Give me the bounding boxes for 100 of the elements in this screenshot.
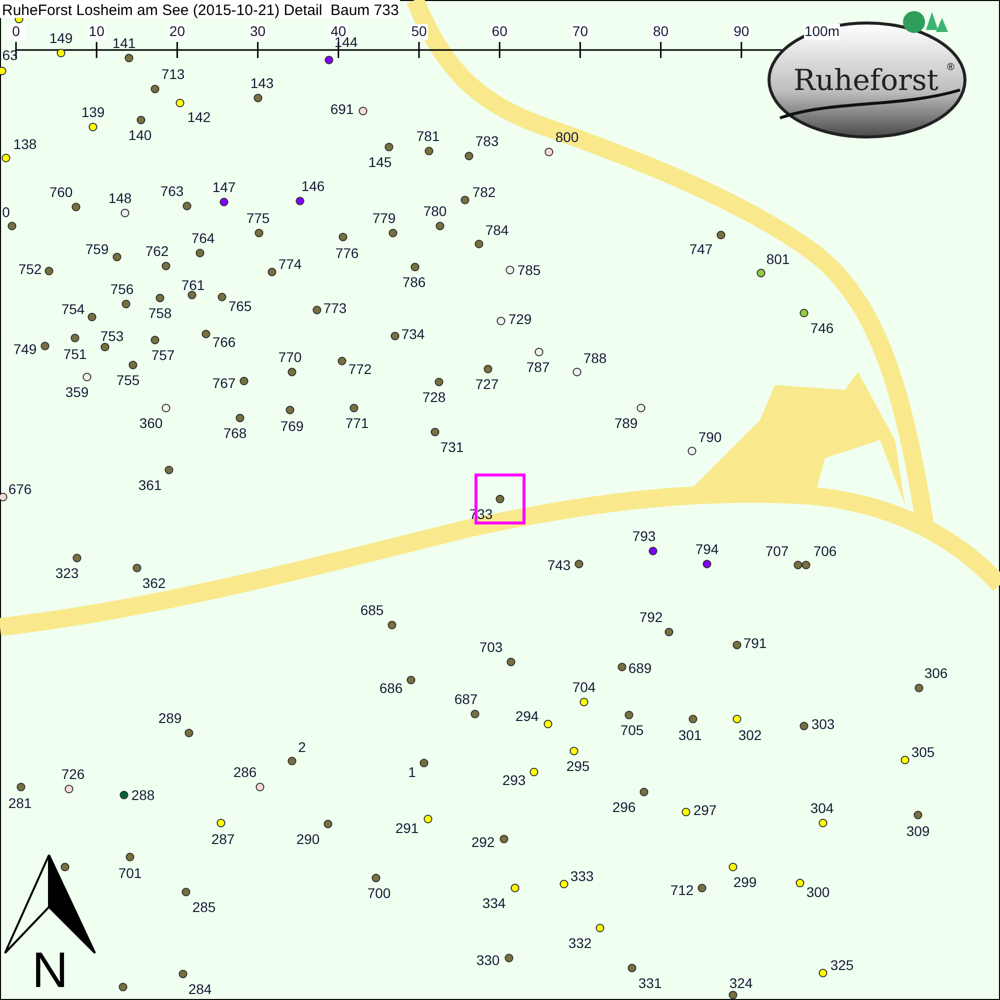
tree-marker[interactable] (236, 414, 244, 422)
tree-marker[interactable] (506, 658, 516, 666)
tree-marker[interactable] (648, 546, 658, 556)
tree-marker[interactable] (436, 222, 444, 230)
tree-marker[interactable] (56, 48, 66, 58)
tree-marker[interactable] (732, 640, 742, 650)
tree-marker[interactable] (460, 196, 470, 204)
tree-marker[interactable] (410, 262, 420, 272)
tree-marker[interactable] (118, 982, 128, 992)
tree-marker[interactable] (664, 628, 674, 636)
tree-marker[interactable] (64, 784, 74, 794)
tree-marker[interactable] (424, 814, 432, 824)
tree-marker[interactable] (128, 360, 138, 370)
tree-marker[interactable] (800, 722, 808, 730)
tree-marker[interactable] (120, 208, 130, 218)
tree-marker[interactable] (70, 334, 80, 342)
tree-marker[interactable] (202, 330, 210, 338)
tree-marker[interactable] (698, 884, 706, 892)
tree-marker[interactable] (162, 262, 170, 270)
tree-marker[interactable] (182, 888, 190, 896)
tree-marker[interactable] (900, 756, 910, 764)
tree-marker[interactable] (802, 560, 810, 570)
tree-marker[interactable] (496, 494, 504, 504)
tree-marker[interactable] (40, 342, 50, 350)
tree-marker[interactable] (484, 364, 492, 374)
tree-marker[interactable] (124, 54, 134, 62)
tree-marker[interactable] (384, 142, 394, 152)
tree-marker[interactable] (188, 290, 196, 300)
tree-marker[interactable] (178, 970, 188, 978)
tree-marker[interactable] (732, 714, 742, 724)
tree-marker[interactable] (164, 466, 174, 474)
tree-marker[interactable] (176, 98, 184, 108)
tree-marker[interactable] (406, 676, 416, 684)
tree-marker[interactable] (372, 874, 380, 882)
tree-marker[interactable] (796, 878, 804, 888)
tree-marker[interactable] (818, 968, 828, 978)
tree-marker[interactable] (324, 56, 334, 64)
tree-marker[interactable] (716, 230, 726, 240)
tree-marker[interactable] (496, 316, 506, 326)
tree-marker[interactable] (8, 222, 16, 230)
tree-marker[interactable] (16, 782, 26, 792)
tree-marker[interactable] (120, 790, 128, 800)
tree-marker[interactable] (324, 820, 332, 828)
tree-marker[interactable] (580, 698, 588, 706)
tree-marker[interactable] (350, 404, 358, 412)
tree-marker[interactable] (88, 122, 98, 132)
tree-marker[interactable] (60, 862, 70, 872)
tree-marker[interactable] (88, 312, 96, 322)
tree-marker[interactable] (240, 376, 248, 386)
tree-marker[interactable] (570, 746, 578, 756)
tree-marker[interactable] (358, 106, 368, 116)
tree-marker[interactable] (388, 620, 396, 630)
tree-marker[interactable] (628, 964, 636, 972)
tree-marker[interactable] (338, 356, 346, 366)
tree-marker[interactable] (150, 336, 160, 344)
tree-marker[interactable] (640, 788, 648, 796)
tree-marker[interactable] (312, 306, 322, 314)
tree-marker[interactable] (702, 560, 712, 568)
tree-marker[interactable] (390, 332, 400, 340)
tree-marker[interactable] (500, 834, 508, 844)
tree-marker[interactable] (72, 554, 82, 562)
tree-marker[interactable] (132, 564, 142, 572)
tree-marker[interactable] (544, 720, 552, 728)
tree-marker[interactable] (288, 756, 296, 766)
tree-marker[interactable] (560, 880, 568, 888)
tree-marker[interactable] (424, 146, 434, 156)
tree-marker[interactable] (150, 84, 160, 94)
tree-marker[interactable] (688, 714, 698, 724)
tree-marker[interactable] (162, 404, 170, 412)
tree-marker[interactable] (800, 308, 808, 318)
tree-marker[interactable] (534, 348, 544, 356)
tree-marker[interactable] (156, 294, 164, 302)
tree-marker[interactable] (794, 560, 802, 570)
tree-marker[interactable] (388, 228, 398, 238)
tree-marker[interactable] (420, 758, 428, 768)
tree-marker[interactable] (682, 808, 690, 816)
tree-marker[interactable] (430, 428, 440, 436)
tree-marker[interactable] (2, 154, 10, 162)
tree-marker[interactable] (254, 228, 264, 238)
tree-marker[interactable] (126, 852, 134, 862)
tree-marker[interactable] (256, 782, 264, 792)
tree-marker[interactable] (0, 492, 8, 502)
tree-marker[interactable] (72, 202, 80, 212)
tree-marker[interactable] (504, 954, 514, 962)
tree-marker[interactable] (296, 196, 304, 206)
tree-marker[interactable] (268, 268, 276, 276)
tree-marker[interactable] (182, 202, 192, 210)
tree-marker[interactable] (434, 378, 444, 386)
tree-marker[interactable] (728, 862, 738, 872)
tree-marker[interactable] (572, 368, 582, 376)
tree-marker[interactable] (506, 266, 514, 274)
tree-marker[interactable] (914, 810, 922, 820)
tree-marker[interactable] (44, 266, 54, 276)
tree-marker[interactable] (122, 300, 130, 308)
tree-marker[interactable] (470, 710, 480, 718)
tree-marker[interactable] (624, 710, 634, 720)
tree-marker[interactable] (136, 116, 146, 124)
tree-marker[interactable] (510, 884, 520, 892)
tree-marker[interactable] (112, 252, 122, 262)
tree-marker[interactable] (220, 198, 228, 206)
